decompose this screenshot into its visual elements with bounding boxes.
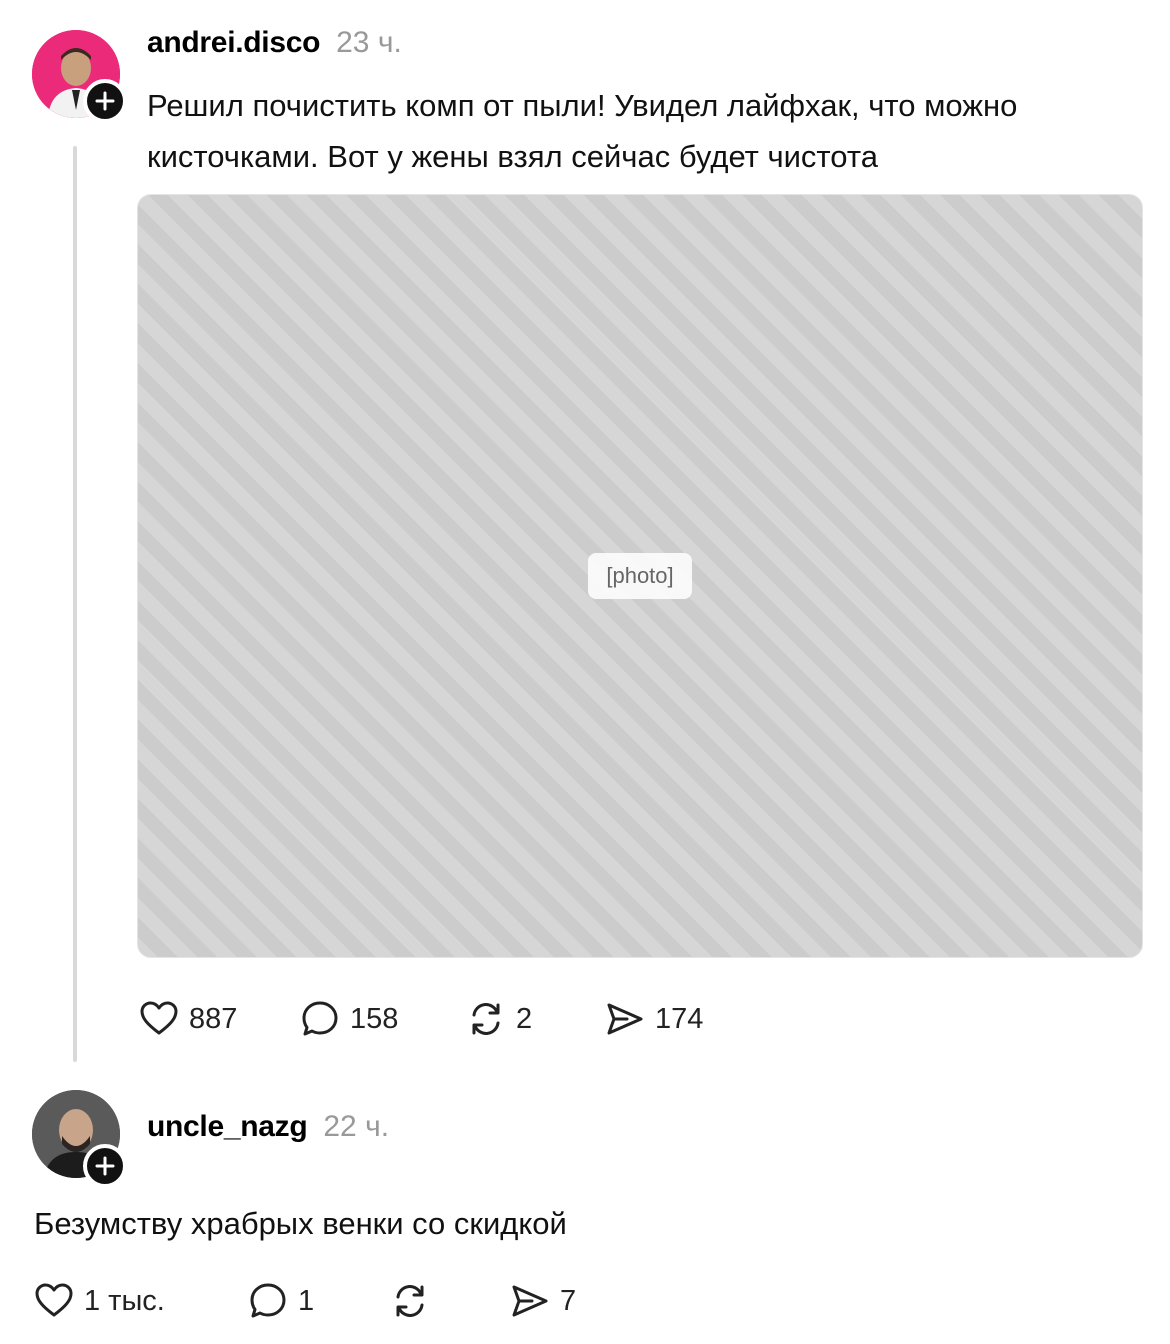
comment-bubble-icon (250, 1283, 286, 1318)
heart-icon (35, 1283, 73, 1317)
like-count: 1 тыс. (84, 1284, 165, 1317)
comment-count: 1 (298, 1284, 315, 1317)
like-count: 887 (189, 1002, 238, 1035)
repost-count: 2 (516, 1002, 533, 1035)
send-icon (512, 1285, 548, 1317)
repost-button[interactable] (390, 1281, 440, 1321)
username[interactable]: andrei.disco (147, 26, 320, 60)
timestamp: 23 ч. (336, 26, 402, 59)
comment-count: 158 (350, 1002, 399, 1035)
send-icon (607, 1003, 643, 1035)
repost-icon (396, 1285, 424, 1317)
plus-icon (95, 91, 115, 111)
comment-button[interactable]: 158 (300, 999, 398, 1039)
thread-line (73, 146, 77, 1062)
comment-button[interactable]: 1 (248, 1281, 314, 1321)
post-text: Решил почистить комп от пыли! Увидел лай… (147, 88, 1018, 174)
share-count: 174 (655, 1002, 704, 1035)
share-button[interactable]: 174 (605, 999, 703, 1039)
post-header: andrei.disco 23 ч. (147, 26, 402, 60)
heart-icon (140, 1001, 178, 1035)
share-button[interactable]: 7 (510, 1281, 576, 1321)
repost-icon (472, 1003, 500, 1035)
share-count: 7 (560, 1284, 577, 1317)
follow-button[interactable] (83, 79, 127, 123)
username[interactable]: uncle_nazg (147, 1110, 308, 1144)
like-button[interactable]: 1 тыс. (34, 1281, 165, 1321)
repost-button[interactable]: 2 (466, 999, 532, 1039)
plus-icon (95, 1156, 115, 1176)
like-button[interactable]: 887 (139, 999, 237, 1039)
timestamp: 22 ч. (323, 1110, 390, 1143)
reply-text: Безумству храбрых венки со скидкой (34, 1206, 567, 1241)
reply-header: uncle_nazg 22 ч. (147, 1110, 389, 1144)
follow-button[interactable] (83, 1144, 127, 1188)
image-placeholder: [photo] (588, 553, 692, 599)
post-image[interactable]: [photo] (137, 194, 1143, 958)
comment-bubble-icon (302, 1001, 338, 1036)
